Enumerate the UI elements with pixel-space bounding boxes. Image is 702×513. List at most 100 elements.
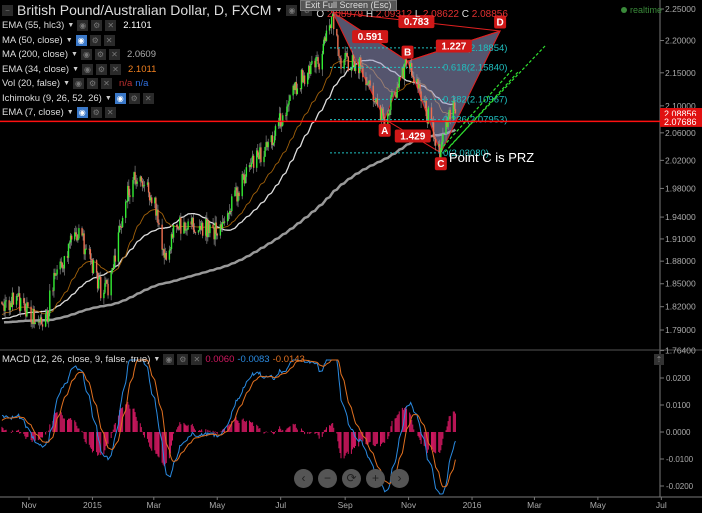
time-tick-label: Jul bbox=[275, 500, 286, 510]
close-icon[interactable]: ✕ bbox=[105, 20, 117, 31]
candle bbox=[234, 190, 236, 197]
eye-icon[interactable]: ◉ bbox=[163, 354, 175, 365]
macd-title[interactable]: MACD (12, 26, close, 9, false, true) bbox=[2, 354, 150, 365]
scroll-left-button[interactable]: ‹ bbox=[294, 469, 313, 488]
collapse-icon[interactable]: − bbox=[2, 4, 13, 16]
candle bbox=[346, 52, 348, 57]
candle bbox=[454, 109, 457, 114]
scroll-right-button[interactable]: › bbox=[390, 469, 409, 488]
candle bbox=[442, 134, 444, 142]
indicator-label[interactable]: EMA (55, hlc3) bbox=[2, 20, 64, 31]
eye-icon[interactable]: ◉ bbox=[80, 49, 92, 60]
chevron-down-icon[interactable]: ▼ bbox=[67, 109, 74, 116]
gear-icon[interactable]: ⚙ bbox=[91, 20, 103, 31]
close-icon[interactable]: ✕ bbox=[101, 78, 113, 89]
zoom-out-button[interactable]: − bbox=[318, 469, 337, 488]
price-tick-label: 1.91000 bbox=[665, 234, 696, 244]
gear-icon[interactable]: ⚙ bbox=[90, 107, 102, 118]
candle bbox=[60, 261, 62, 263]
candle bbox=[389, 109, 391, 116]
close-icon[interactable]: ✕ bbox=[103, 34, 115, 46]
chevron-down-icon[interactable]: ▼ bbox=[63, 80, 70, 87]
candle bbox=[260, 147, 262, 163]
close-icon[interactable]: ✕ bbox=[104, 107, 116, 118]
chevron-down-icon[interactable]: ▼ bbox=[72, 66, 79, 73]
macd-tick-label: 0.0200 bbox=[666, 374, 691, 383]
zoom-in-button[interactable]: + bbox=[366, 469, 385, 488]
eye-icon[interactable]: ◉ bbox=[73, 78, 85, 89]
candle bbox=[193, 229, 196, 233]
candle bbox=[100, 276, 102, 299]
time-tick-label: May bbox=[590, 500, 607, 510]
gear-icon[interactable]: ⚙ bbox=[177, 354, 189, 365]
indicator-label[interactable]: EMA (7, close) bbox=[2, 107, 64, 118]
candle bbox=[41, 324, 44, 327]
eye-icon[interactable]: ◉ bbox=[82, 63, 93, 75]
candle bbox=[405, 59, 408, 65]
candle bbox=[338, 49, 340, 57]
close-icon[interactable]: ✕ bbox=[108, 49, 120, 60]
eye-icon[interactable]: ◉ bbox=[286, 4, 298, 16]
eye-icon[interactable]: ◉ bbox=[75, 34, 87, 46]
pattern-point-label: B bbox=[404, 48, 411, 59]
eye-icon[interactable]: ◉ bbox=[76, 107, 88, 118]
eye-icon[interactable]: ◉ bbox=[114, 92, 126, 104]
candle bbox=[360, 57, 362, 66]
candle bbox=[425, 100, 427, 117]
maximize-pane-icon[interactable]: ⇡ bbox=[654, 354, 664, 365]
candle bbox=[279, 113, 282, 127]
chevron-down-icon[interactable]: ▼ bbox=[67, 22, 74, 29]
eye-icon[interactable]: ◉ bbox=[77, 20, 89, 31]
time-tick-label: Mar bbox=[146, 500, 161, 510]
chevron-down-icon[interactable]: ▼ bbox=[275, 7, 282, 14]
candle bbox=[5, 300, 7, 302]
gear-icon[interactable]: ⚙ bbox=[87, 78, 99, 89]
indicator-label[interactable]: Ichimoku (9, 26, 52, 26) bbox=[2, 93, 102, 104]
chevron-down-icon[interactable]: ▼ bbox=[71, 51, 78, 58]
ratio-label: 0.591 bbox=[358, 32, 383, 43]
candle bbox=[350, 68, 353, 71]
close-icon[interactable]: ✕ bbox=[191, 354, 203, 365]
close-icon[interactable]: ✕ bbox=[142, 92, 154, 104]
chart-canvas[interactable]: 0.764(2.18854)0.618(2.15840)0.382(2.1096… bbox=[0, 0, 702, 513]
candle bbox=[12, 292, 15, 305]
gear-icon[interactable]: ⚙ bbox=[128, 92, 140, 104]
indicator-label[interactable]: EMA (34, close) bbox=[2, 64, 69, 75]
indicator-label[interactable]: MA (200, close) bbox=[2, 49, 68, 60]
fib-level-label: 0.618(2.15840) bbox=[443, 62, 507, 73]
close-icon[interactable]: ✕ bbox=[110, 63, 121, 75]
candle bbox=[104, 283, 106, 293]
time-tick-label: Jul bbox=[656, 500, 667, 510]
candle bbox=[55, 274, 57, 276]
gear-icon[interactable]: ⚙ bbox=[89, 34, 101, 46]
price-tick-label: 2.25000 bbox=[665, 4, 696, 14]
chevron-down-icon[interactable]: ▼ bbox=[105, 95, 112, 102]
ratio-label: 1.429 bbox=[400, 132, 425, 143]
candle bbox=[34, 322, 36, 324]
indicator-label[interactable]: Vol (20, false) bbox=[2, 78, 60, 89]
symbol-title[interactable]: British Pound/Australian Dollar, D, FXCM bbox=[17, 2, 271, 18]
gear-icon[interactable]: ⚙ bbox=[96, 63, 107, 75]
chevron-down-icon[interactable]: ▼ bbox=[153, 356, 160, 363]
candle bbox=[223, 221, 226, 223]
candle bbox=[241, 174, 243, 197]
indicator-value: 2.1101 bbox=[123, 20, 152, 31]
candle bbox=[296, 88, 299, 95]
candle bbox=[192, 217, 195, 230]
low-label: L bbox=[414, 8, 421, 20]
candle bbox=[49, 290, 51, 314]
candle bbox=[430, 107, 433, 121]
gear-icon[interactable]: ⚙ bbox=[94, 49, 106, 60]
indicator-label[interactable]: MA (50, close) bbox=[2, 35, 63, 46]
candle bbox=[252, 155, 255, 168]
symbol-header: − British Pound/Australian Dollar, D, FX… bbox=[2, 2, 508, 20]
candle bbox=[110, 272, 112, 296]
indicator-value: 2.1011 bbox=[128, 63, 157, 75]
macd-tick-label: 0.0100 bbox=[666, 401, 691, 410]
realtime-label: realtime bbox=[629, 5, 662, 15]
candle bbox=[147, 182, 150, 193]
time-tick-label: Sep bbox=[338, 500, 353, 510]
reset-button[interactable]: ⟳ bbox=[342, 469, 361, 488]
chevron-down-icon[interactable]: ▼ bbox=[66, 37, 73, 44]
candle bbox=[382, 113, 385, 119]
